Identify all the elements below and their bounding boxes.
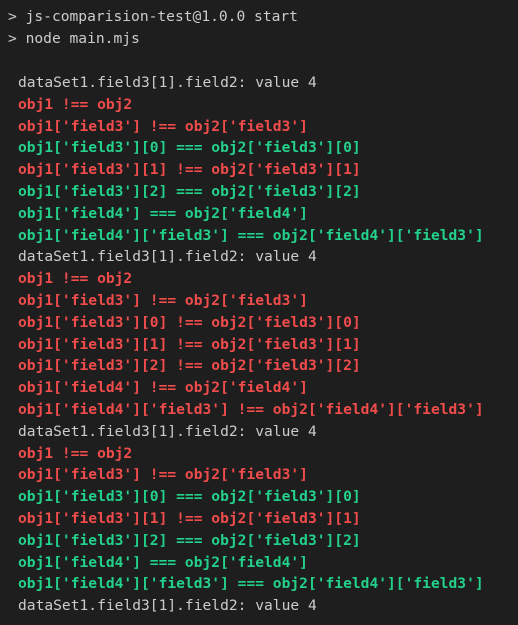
output-line-fail: obj1['field3'] !== obj2['field3'] [18,291,308,309]
output-line-fail: obj1['field3'][2] !== obj2['field3'][2] [18,357,361,375]
output-line-fail: obj1['field3'][1] !== obj2['field3'][1] [18,335,361,353]
output-line-pass: obj1['field3'][2] === obj2['field3'][2] [18,182,361,200]
output-line-fail: obj1['field4']['field3'] !== obj2['field… [18,400,484,418]
terminal-panel[interactable]: > js-comparision-test@1.0.0 start > node… [0,0,518,625]
prompt-symbol: > [8,30,17,47]
output-line-fail: obj1['field3'] !== obj2['field3'] [18,117,308,135]
output-line-pass: obj1['field4']['field3'] === obj2['field… [18,226,484,244]
output-line-info: dataSet1.field3[1].field2: value 4 [18,74,317,91]
output-line-fail: obj1 !== obj2 [18,95,133,113]
output-line-fail: obj1 !== obj2 [18,270,133,288]
output-line-pass: obj1['field3'][2] === obj2['field3'][2] [18,531,361,549]
output-line-info: dataSet1.field3[1].field2: value 4 [18,422,317,440]
command-line-node: > node main.mjs [8,28,140,50]
output-line-pass: obj1['field4'] === obj2['field4'] [18,204,308,222]
command-text: js-comparision-test@1.0.0 start [25,8,298,25]
output-line-info: dataSet1.field3[1].field2: value 4 [18,248,317,266]
terminal-output: dataSet1.field3[1].field2: value 4 obj1 !… [18,72,513,617]
output-line-pass: obj1['field3'][0] === obj2['field3'][0] [18,139,361,157]
output-line-pass: obj1['field4'] === obj2['field4'] [18,553,308,571]
output-line-fail: obj1['field3'][1] !== obj2['field3'][1] [18,161,361,179]
prompt-symbol: > [8,8,17,25]
output-line-fail: obj1['field4'] !== obj2['field4'] [18,379,308,397]
output-line-info: dataSet1.field3[1].field2: value 4 [18,597,317,615]
output-line-fail: obj1['field3'] !== obj2['field3'] [18,466,308,484]
output-line-fail: obj1['field3'][1] !== obj2['field3'][1] [18,509,361,527]
command-line-start: > js-comparision-test@1.0.0 start [8,6,298,28]
output-line-pass: obj1['field4']['field3'] === obj2['field… [18,575,484,593]
output-line-pass: obj1['field3'][0] === obj2['field3'][0] [18,488,361,506]
output-line-fail: obj1['field3'][0] !== obj2['field3'][0] [18,313,361,331]
output-line-fail: obj1 !== obj2 [18,444,133,462]
command-text: node main.mjs [25,30,140,47]
